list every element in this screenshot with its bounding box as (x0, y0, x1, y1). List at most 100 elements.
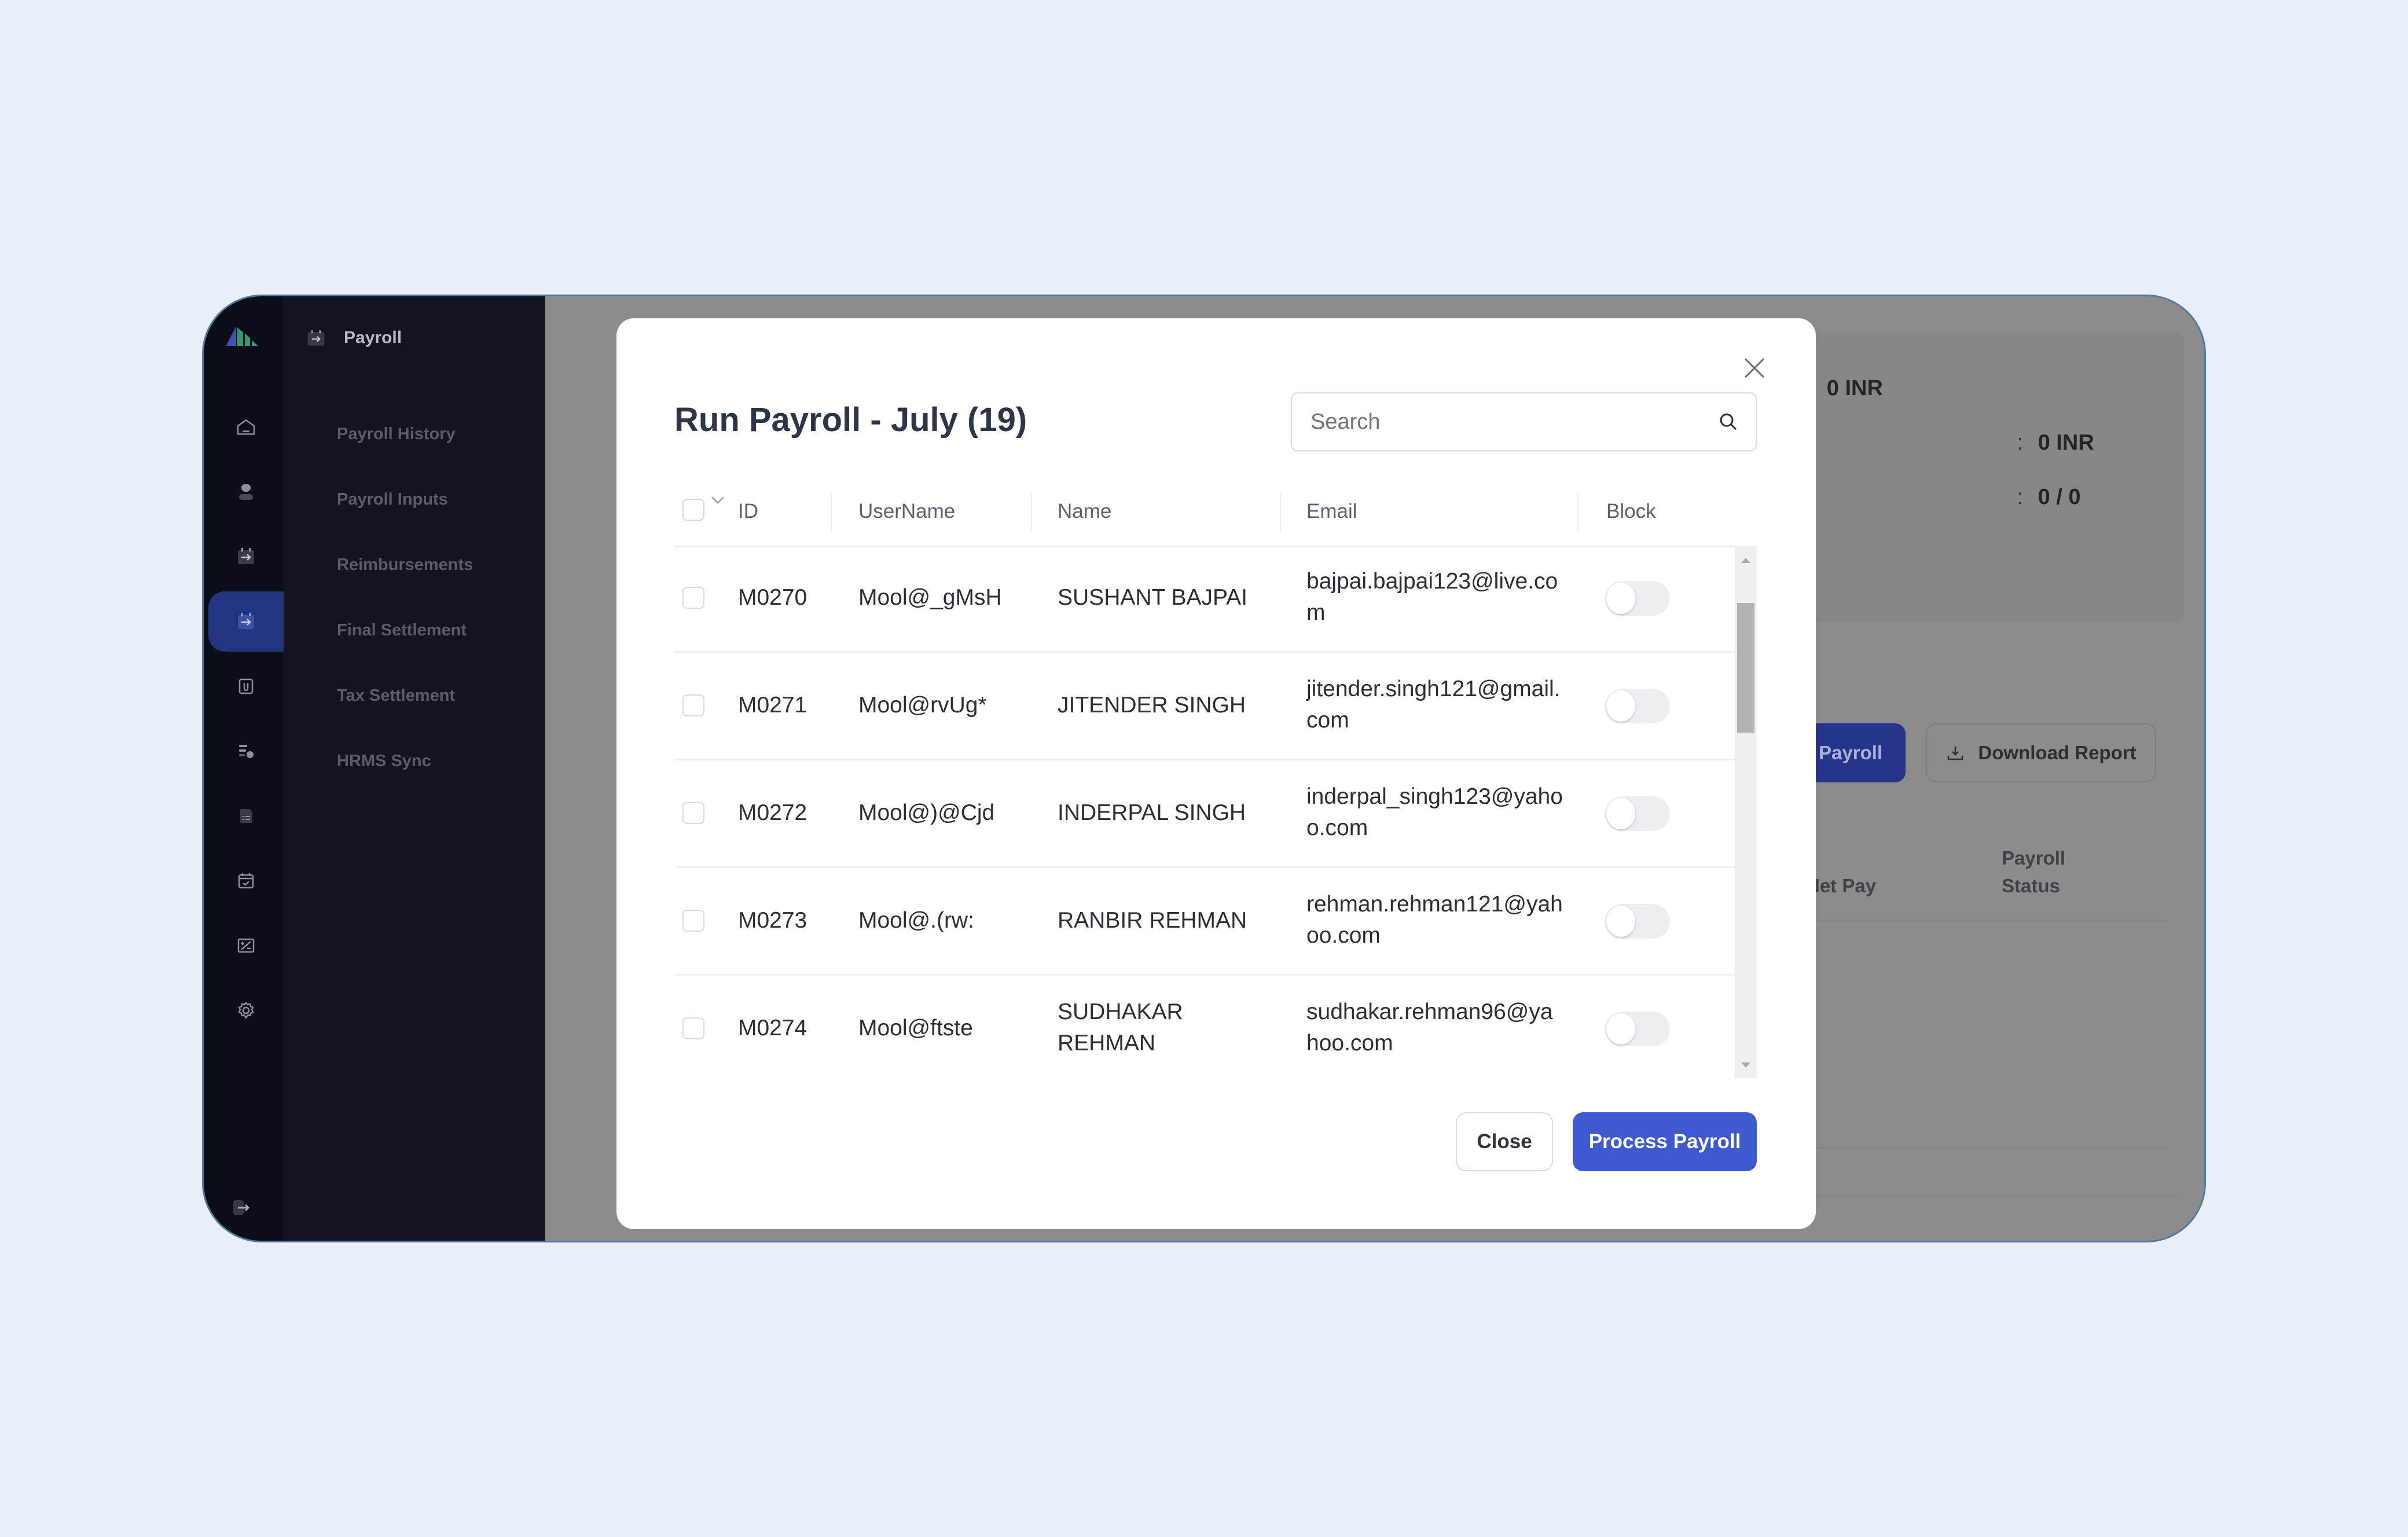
cell-username: Mool@)@Cjd (858, 800, 995, 825)
submenu-panel: Payroll Payroll History Payroll Inputs R… (284, 296, 545, 1241)
row-checkbox[interactable] (682, 802, 704, 824)
search-field[interactable] (1291, 392, 1757, 451)
cell-email: bajpai.bajpai123@live.co m (1306, 569, 1558, 625)
rail-item-list-settings[interactable] (208, 721, 284, 781)
attachment-icon (238, 678, 254, 694)
column-divider (1031, 492, 1032, 532)
bg-header-status: Status (2002, 875, 2060, 896)
employee-table-body: M0270 Mool@_gMsH SUSHANT BAJPAI bajpai.b… (674, 546, 1757, 1078)
rail-item-home[interactable] (208, 397, 284, 457)
table-row: M0273 Mool@.(rw: RANBIR REHMAN rehman.re… (674, 868, 1735, 976)
block-toggle[interactable] (1605, 796, 1670, 831)
block-toggle[interactable] (1605, 904, 1670, 939)
submenu-item-payroll-inputs[interactable]: Payroll Inputs (337, 490, 448, 509)
toggle-knob (1606, 906, 1635, 937)
column-header-name[interactable]: Name (1058, 500, 1111, 523)
download-report-button-bg: Download Report (1926, 723, 2156, 782)
rail-item-attachments[interactable] (208, 656, 284, 716)
user-icon (239, 484, 253, 500)
table-row: M0272 Mool@)@Cjd INDERPAL SINGH inderpal… (674, 760, 1735, 868)
column-divider (1577, 492, 1579, 532)
column-header-block[interactable]: Block (1606, 500, 1656, 523)
close-button[interactable]: Close (1456, 1112, 1553, 1171)
table-header: ID UserName Name Email Block (674, 475, 1757, 550)
process-payroll-button[interactable]: Process Payroll (1573, 1112, 1757, 1171)
close-icon[interactable] (1742, 355, 1767, 381)
rail-item-employees[interactable] (208, 462, 284, 522)
cell-username: Mool@.(rw: (858, 908, 974, 933)
logout-icon (233, 1200, 250, 1215)
cell-username: Mool@_gMsH (858, 585, 1002, 610)
row-checkbox[interactable] (682, 1017, 704, 1039)
bg-divider (1807, 920, 2166, 922)
run-payroll-icon (238, 613, 254, 629)
icon-rail (204, 296, 284, 1241)
document-list-icon (240, 809, 252, 823)
submenu-item-tax-settlement[interactable]: Tax Settlement (337, 686, 455, 705)
scroll-down-arrow[interactable] (1741, 1062, 1750, 1068)
payroll-calendar-icon (307, 330, 325, 346)
cell-email: inderpal_singh123@yaho o.com (1306, 784, 1563, 840)
toggle-knob (1606, 1013, 1635, 1045)
block-toggle[interactable] (1605, 1012, 1670, 1046)
logout-button[interactable] (204, 1177, 279, 1237)
rail-item-attendance[interactable] (208, 851, 284, 911)
cell-id: M0271 (738, 693, 807, 718)
cell-username: Mool@rvUg* (858, 693, 987, 718)
rail-item-payroll-calendar[interactable] (208, 527, 284, 587)
submenu-item-hrms-sync[interactable]: HRMS Sync (337, 752, 431, 771)
cell-name: SUSHANT BAJPAI (1058, 585, 1247, 610)
cell-name: INDERPAL SINGH (1058, 800, 1246, 825)
row-checkbox[interactable] (682, 694, 704, 716)
column-header-username[interactable]: UserName (858, 500, 955, 523)
column-header-id[interactable]: ID (738, 500, 758, 523)
bg-divider (1807, 1196, 2178, 1197)
column-header-email[interactable]: Email (1306, 500, 1357, 523)
block-toggle[interactable] (1605, 581, 1670, 616)
cell-name: JITENDER SINGH (1058, 693, 1246, 718)
submenu-item-final-settlement[interactable]: Final Settlement (337, 621, 467, 640)
scroll-thumb[interactable] (1737, 603, 1754, 733)
run-payroll-button-bg: Payroll (1807, 723, 1906, 782)
download-icon (1948, 747, 1963, 760)
chevron-down-icon[interactable] (710, 495, 725, 506)
logo-icon (226, 326, 258, 346)
rail-item-run-payroll[interactable] (208, 591, 284, 652)
submenu-item-payroll-history[interactable]: Payroll History (337, 425, 456, 444)
run-payroll-modal: Run Payroll - July (19) ID UserName Name… (616, 318, 1816, 1229)
row-checkbox[interactable] (682, 910, 704, 932)
table-row: M0270 Mool@_gMsH SUSHANT BAJPAI bajpai.b… (674, 547, 1735, 653)
rail-item-documents[interactable] (208, 786, 284, 846)
cell-username: Mool@ftste (858, 1016, 973, 1040)
rail-item-tax[interactable] (208, 915, 284, 976)
bg-divider (1807, 1147, 2166, 1149)
list-settings-icon (239, 745, 254, 758)
table-scrollbar[interactable] (1735, 547, 1757, 1078)
column-divider (1280, 492, 1281, 532)
bg-header-net-pay: Net Pay (1806, 875, 1877, 896)
summary-row-3: : 0 / 0 (2017, 485, 2081, 509)
payroll-calendar-icon (238, 548, 254, 564)
bg-header-payroll: Payroll (2002, 847, 2066, 869)
column-divider (831, 492, 832, 532)
block-toggle[interactable] (1605, 689, 1670, 723)
search-icon[interactable] (1717, 411, 1739, 433)
table-row: M0271 Mool@rvUg* JITENDER SINGH jitender… (674, 653, 1735, 760)
scroll-up-arrow[interactable] (1741, 558, 1750, 563)
cell-id: M0272 (738, 800, 807, 825)
cell-email: rehman.rehman121@yah oo.com (1306, 892, 1563, 948)
modal-title: Run Payroll - July (19) (674, 401, 1027, 439)
submenu-item-reimbursements[interactable]: Reimbursements (337, 556, 473, 575)
cell-id: M0270 (738, 585, 807, 610)
rail-item-settings[interactable] (208, 980, 284, 1040)
cell-name: SUDHAKAR REHMAN (1058, 999, 1183, 1056)
submenu-title: Payroll (344, 328, 402, 347)
row-checkbox[interactable] (682, 587, 704, 609)
cell-email: jitender.singh121@gmail. com (1306, 676, 1561, 733)
cell-id: M0273 (738, 908, 807, 933)
table-row: M0274 Mool@ftste SUDHAKAR REHMAN sudhaka… (674, 976, 1735, 1078)
cell-email: sudhakar.rehman96@ya hoo.com (1306, 999, 1553, 1056)
search-input[interactable] (1311, 409, 1717, 435)
tax-calculator-icon (237, 938, 255, 953)
select-all-checkbox[interactable] (682, 499, 704, 521)
